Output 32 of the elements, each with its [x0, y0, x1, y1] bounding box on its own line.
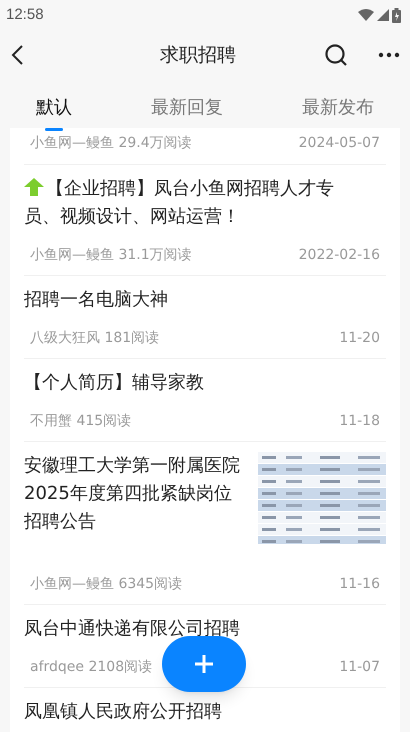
- status-time: 12:58: [6, 4, 44, 25]
- tab[interactable]: 最新发布: [302, 94, 374, 127]
- post-date: 11-20: [339, 329, 380, 348]
- signal-icon: [377, 9, 389, 21]
- post-meta: 八级大狂风 181阅读: [30, 329, 160, 348]
- post-date: 11-18: [339, 412, 380, 431]
- more-icon[interactable]: [378, 52, 400, 58]
- post-title[interactable]: 凤凰镇人民政府公开招聘: [24, 698, 386, 726]
- search-icon[interactable]: [324, 43, 348, 67]
- tab[interactable]: 最新回复: [151, 94, 223, 127]
- post-meta: 小鱼网—鳗鱼 6345阅读: [30, 575, 182, 594]
- post-title[interactable]: 招聘一名电脑大神: [24, 286, 386, 314]
- post-title[interactable]: 【企业招聘】凤台小鱼网招聘人才专员、视频设计、网站运营！: [24, 175, 386, 231]
- tab-indicator: [45, 128, 63, 131]
- battery-icon: [392, 8, 401, 22]
- plus-icon: [194, 654, 214, 674]
- post-date: 2022-02-16: [298, 246, 380, 265]
- back-icon[interactable]: [10, 44, 24, 66]
- post-meta: 小鱼网—鳗鱼 29.4万阅读: [30, 134, 192, 153]
- post-date: 2024-05-07: [298, 134, 380, 153]
- post-date: 11-16: [339, 575, 380, 594]
- post-title[interactable]: 【个人简历】辅导家教: [24, 369, 386, 397]
- post-title[interactable]: 凤台中通快递有限公司招聘: [24, 615, 386, 643]
- post-title[interactable]: 安徽理工大学第一附属医院2025年度第四批紧缺岗位招聘公告: [24, 452, 246, 536]
- post-meta: 不用蟹 415阅读: [30, 412, 132, 431]
- post-meta: 小鱼网—鳗鱼 31.1万阅读: [30, 246, 192, 265]
- page-title: 求职招聘: [160, 42, 236, 68]
- post-meta: afrdqee 2108阅读: [30, 658, 152, 677]
- up-arrow-icon: [24, 178, 44, 196]
- tab[interactable]: 默认: [36, 94, 72, 127]
- wifi-icon: [358, 9, 374, 21]
- post-date: 11-07: [339, 658, 380, 677]
